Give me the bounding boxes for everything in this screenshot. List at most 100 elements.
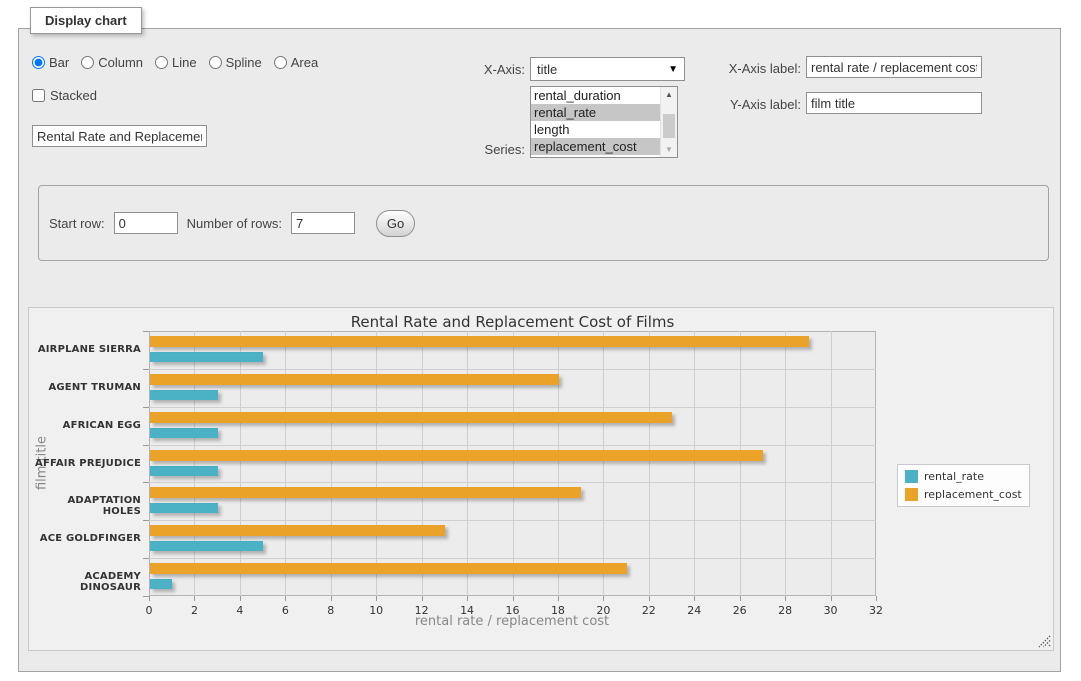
gridline-horizontal [149, 520, 876, 521]
x-tick-label: 18 [543, 604, 573, 617]
x-axis-selected-value: title [537, 62, 557, 77]
gridline-vertical [603, 331, 604, 596]
bar-replacement_cost [150, 374, 559, 385]
x-tick-mark [876, 596, 877, 601]
y-axis-label-input[interactable] [806, 92, 982, 114]
bar-replacement_cost [150, 487, 581, 498]
radio-bar-label: Bar [49, 55, 69, 70]
category-label: AFRICAN EGG [29, 420, 141, 431]
gridline-horizontal [149, 369, 876, 370]
gridline-vertical [240, 331, 241, 596]
x-tick-mark [194, 596, 195, 601]
chart-type-radio-spline[interactable]: Spline [209, 55, 262, 70]
go-button[interactable]: Go [376, 210, 415, 237]
rows-panel: Start row: Number of rows: Go [38, 185, 1049, 261]
stacked-checkbox-row[interactable]: Stacked [32, 88, 97, 103]
radio-line-label: Line [172, 55, 197, 70]
y-tick-mark [143, 445, 149, 446]
chart-legend: rental_rate replacement_cost [897, 464, 1030, 507]
bar-replacement_cost [150, 412, 672, 423]
gridline-vertical [558, 331, 559, 596]
radio-area[interactable] [274, 56, 287, 69]
gridline-horizontal [149, 445, 876, 446]
series-option-rental-rate[interactable]: rental_rate [531, 104, 661, 121]
x-axis-select[interactable]: title ▼ [530, 57, 685, 81]
x-tick-mark [331, 596, 332, 601]
bar-replacement_cost [150, 336, 809, 347]
gridline-vertical [285, 331, 286, 596]
series-option-replacement-cost[interactable]: replacement_cost [531, 138, 661, 155]
scrollbar-thumb[interactable] [663, 114, 675, 138]
x-tick-label: 4 [225, 604, 255, 617]
gridline-horizontal [149, 407, 876, 408]
x-axis-label-input[interactable] [806, 56, 982, 78]
legend-item-replacement_cost: replacement_cost [905, 488, 1022, 501]
x-tick-label: 32 [861, 604, 891, 617]
start-row-label: Start row: [49, 216, 105, 231]
radio-bar[interactable] [32, 56, 45, 69]
chart-title: Rental Rate and Replacement Cost of Film… [149, 313, 876, 331]
x-tick-label: 20 [588, 604, 618, 617]
series-option-rental-duration[interactable]: rental_duration [531, 87, 661, 104]
gridline-vertical [831, 331, 832, 596]
resize-grip-icon[interactable] [1038, 635, 1051, 648]
stacked-checkbox[interactable] [32, 89, 45, 102]
legend-label: replacement_cost [924, 488, 1022, 501]
radio-line[interactable] [155, 56, 168, 69]
legend-item-rental_rate: rental_rate [905, 470, 1022, 483]
chart-type-radio-area[interactable]: Area [274, 55, 318, 70]
x-tick-label: 6 [270, 604, 300, 617]
radio-spline-label: Spline [226, 55, 262, 70]
gridline-vertical [694, 331, 695, 596]
gridline-vertical [331, 331, 332, 596]
category-label: AGENT TRUMAN [29, 382, 141, 393]
start-row-input[interactable] [114, 212, 178, 234]
gridline-horizontal [149, 482, 876, 483]
scroll-down-icon[interactable]: ▼ [661, 142, 677, 157]
x-tick-mark [467, 596, 468, 601]
gridline-vertical [785, 331, 786, 596]
x-tick-mark [603, 596, 604, 601]
bar-replacement_cost [150, 563, 627, 574]
gridline-vertical [513, 331, 514, 596]
x-tick-mark [740, 596, 741, 601]
gridline-vertical [194, 331, 195, 596]
category-label: ADAPTATION HOLES [29, 495, 141, 517]
num-rows-input[interactable] [291, 212, 355, 234]
panel-title: Display chart [30, 7, 142, 34]
series-listbox-label: Series: [425, 142, 525, 157]
x-axis-label-label: X-Axis label: [701, 61, 801, 76]
series-option-length[interactable]: length [531, 121, 661, 138]
chart-title-input[interactable] [32, 125, 207, 147]
x-tick-label: 14 [452, 604, 482, 617]
listbox-scrollbar[interactable]: ▲ ▼ [660, 87, 677, 157]
bar-replacement_cost [150, 450, 763, 461]
series-listbox[interactable]: rental_duration rental_rate length repla… [530, 86, 678, 158]
scroll-up-icon[interactable]: ▲ [661, 87, 677, 102]
radio-column-label: Column [98, 55, 143, 70]
x-tick-mark [694, 596, 695, 601]
gridline-vertical [467, 331, 468, 596]
category-label: AFFAIR PREJUDICE [29, 458, 141, 469]
display-chart-panel: Display chart Bar Column Line Spline Are… [18, 28, 1061, 672]
radio-column[interactable] [81, 56, 94, 69]
x-tick-mark [831, 596, 832, 601]
radio-spline[interactable] [209, 56, 222, 69]
page: Display chart Bar Column Line Spline Are… [0, 0, 1081, 681]
x-tick-label: 12 [407, 604, 437, 617]
legend-swatch-rental_rate [905, 470, 918, 483]
x-tick-label: 26 [725, 604, 755, 617]
chart-type-radio-bar[interactable]: Bar [32, 55, 69, 70]
x-tick-mark [558, 596, 559, 601]
y-tick-mark [143, 482, 149, 483]
x-tick-label: 30 [816, 604, 846, 617]
category-label: ACADEMY DINOSAUR [29, 571, 141, 593]
x-tick-label: 10 [361, 604, 391, 617]
chart-type-radio-column[interactable]: Column [81, 55, 143, 70]
category-label: ACE GOLDFINGER [29, 533, 141, 544]
x-tick-label: 0 [134, 604, 164, 617]
bar-rental_rate [150, 579, 172, 589]
x-tick-mark [649, 596, 650, 601]
chart-type-radio-line[interactable]: Line [155, 55, 197, 70]
bar-rental_rate [150, 428, 218, 438]
